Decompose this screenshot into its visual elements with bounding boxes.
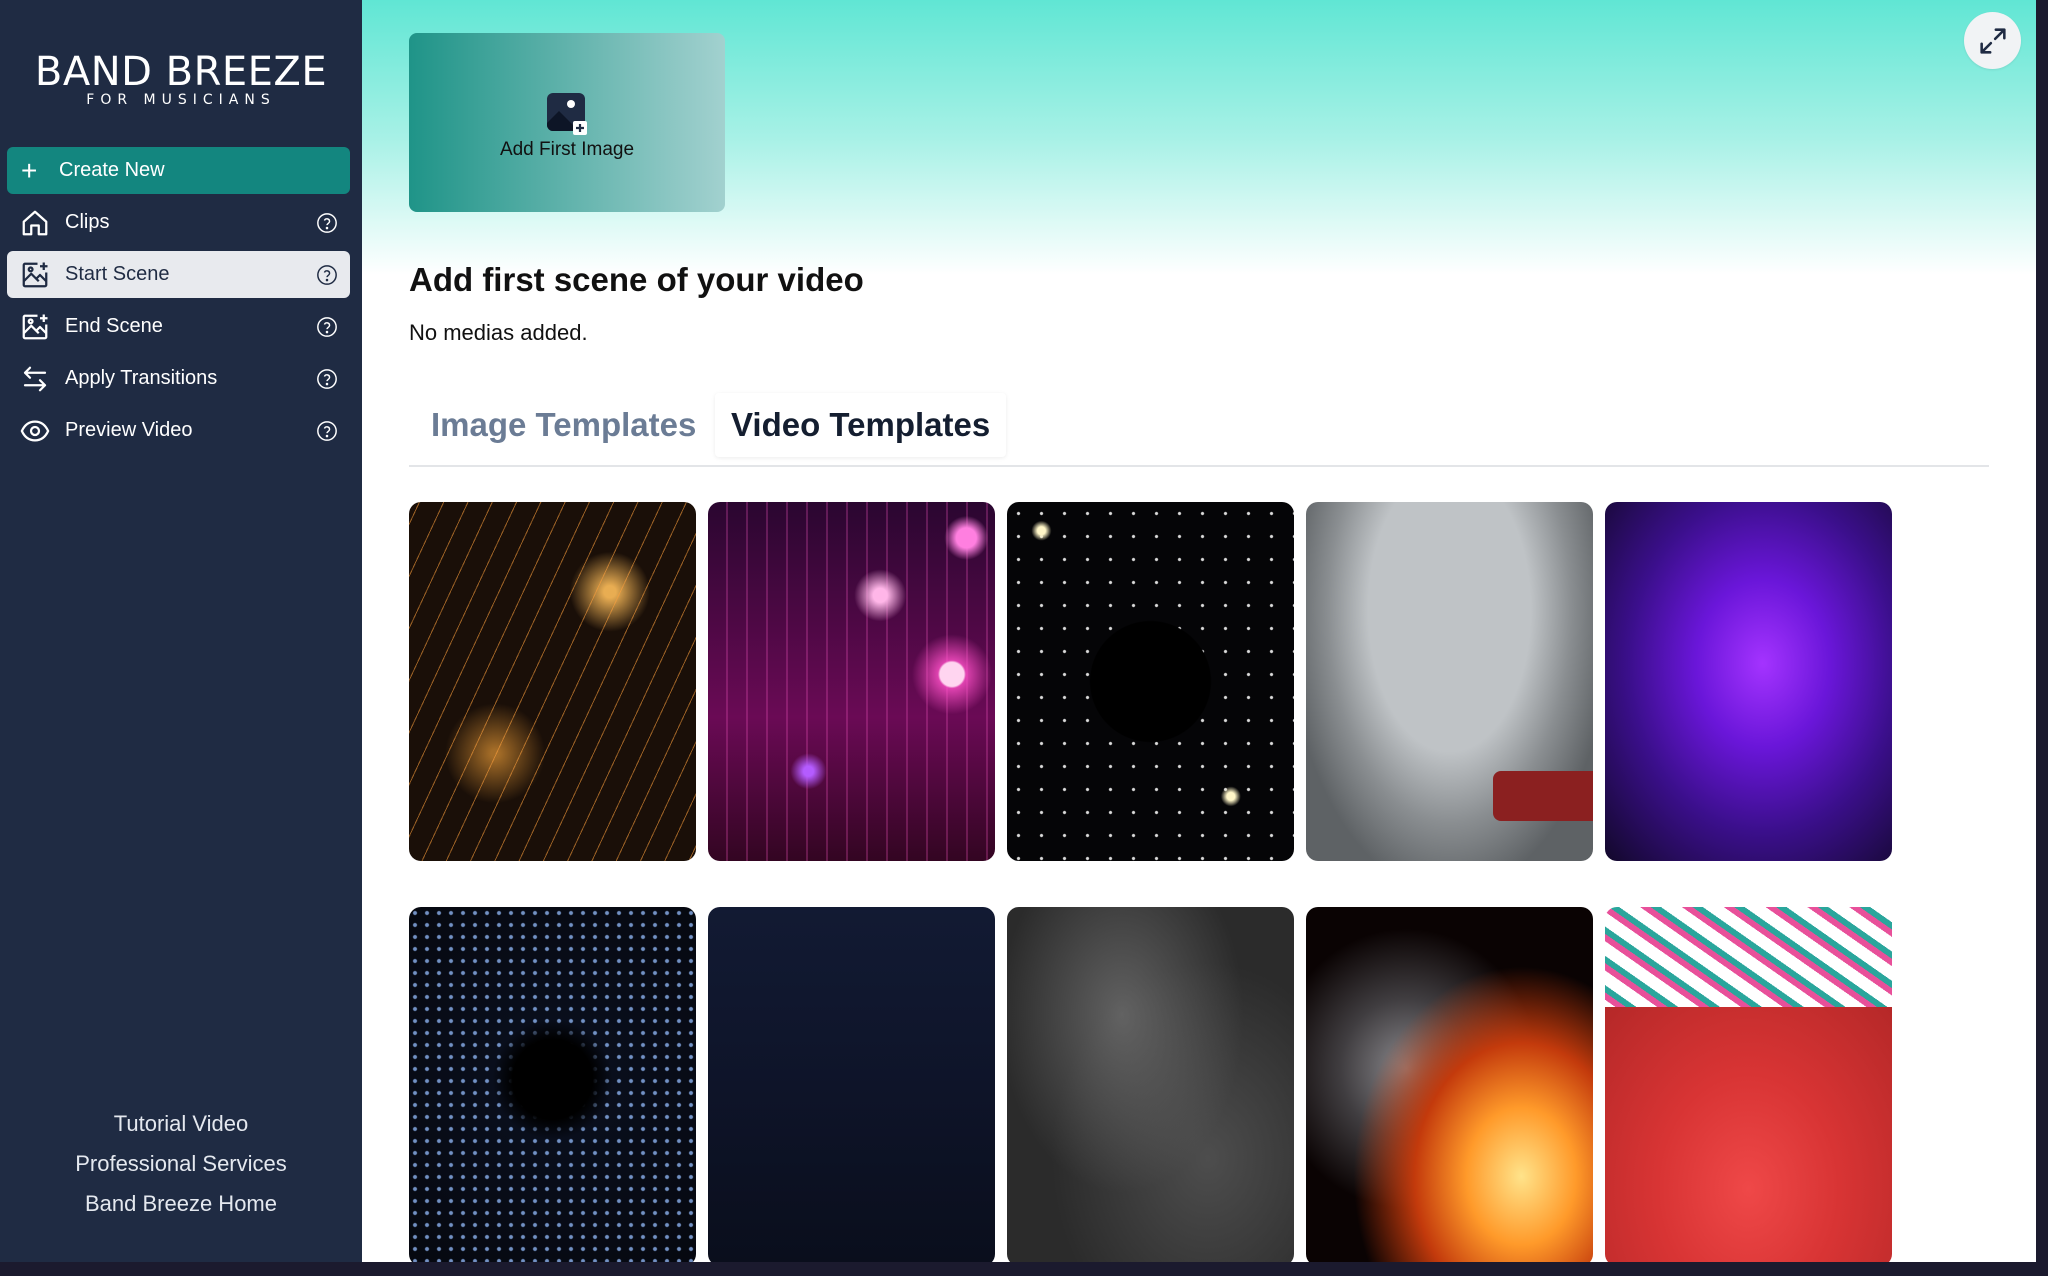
template-thumbnail-grey-smoke[interactable] xyxy=(1007,907,1294,1262)
sidebar-item-label: Clips xyxy=(65,211,110,233)
band-breeze-home-link[interactable]: Band Breeze Home xyxy=(0,1184,362,1224)
sidebar-item-preview-video[interactable]: Preview Video xyxy=(7,407,350,454)
template-thumbnail-graffiti-wall[interactable] xyxy=(1605,907,1892,1262)
image-add-icon xyxy=(19,259,51,291)
template-thumbnail-vinyl-record[interactable] xyxy=(1306,502,1593,861)
main-content: Add First Image Add first scene of your … xyxy=(362,0,2036,1262)
brand-logo[interactable]: BAND BREEZE FOR MUSICIANS xyxy=(0,50,362,108)
sidebar-item-label: Preview Video xyxy=(65,419,193,441)
plus-icon: + xyxy=(21,154,38,186)
sidebar-item-label: End Scene xyxy=(65,315,163,337)
sidebar: BAND BREEZE FOR MUSICIANS + Create New C… xyxy=(0,0,362,1262)
arrows-swap-icon xyxy=(19,363,51,395)
template-tabs: Image Templates Video Templates xyxy=(409,393,1989,467)
home-icon xyxy=(19,207,51,239)
create-new-label: Create New xyxy=(59,159,165,181)
professional-services-link[interactable]: Professional Services xyxy=(0,1144,362,1184)
template-thumbnail-starfield[interactable] xyxy=(1007,502,1294,861)
help-icon[interactable] xyxy=(316,368,338,390)
empty-media-message: No medias added. xyxy=(409,320,588,345)
image-add-icon xyxy=(547,92,587,135)
template-thumbnail-pink-bokeh[interactable] xyxy=(708,502,995,861)
add-first-image-label: Add First Image xyxy=(499,138,635,160)
sidebar-item-apply-transitions[interactable]: Apply Transitions xyxy=(7,355,350,402)
add-first-image-button[interactable]: Add First Image xyxy=(409,33,725,212)
sidebar-nav: + Create New Clips Start Scene End Scene… xyxy=(7,147,350,454)
help-icon[interactable] xyxy=(316,420,338,442)
template-thumbnail-navy-gradient[interactable] xyxy=(708,907,995,1262)
template-thumbnail-particle-tunnel[interactable] xyxy=(409,907,696,1262)
sidebar-item-start-scene[interactable]: Start Scene xyxy=(7,251,350,298)
tab-image-templates[interactable]: Image Templates xyxy=(431,393,696,457)
tutorial-video-link[interactable]: Tutorial Video xyxy=(0,1104,362,1144)
help-icon[interactable] xyxy=(316,264,338,286)
expand-icon xyxy=(1979,27,2006,54)
brand-title: BAND BREEZE xyxy=(34,49,328,95)
template-thumbnail-purple-smoke[interactable] xyxy=(1605,502,1892,861)
help-icon[interactable] xyxy=(316,212,338,234)
sidebar-item-label: Apply Transitions xyxy=(65,367,218,389)
sidebar-item-end-scene[interactable]: End Scene xyxy=(7,303,350,350)
sidebar-item-label: Start Scene xyxy=(65,263,170,285)
image-add-icon xyxy=(19,311,51,343)
page-title: Add first scene of your video xyxy=(409,261,864,298)
expand-button[interactable] xyxy=(1964,12,2021,69)
sidebar-footer-links: Tutorial Video Professional Services Ban… xyxy=(0,1104,362,1224)
app-window: BAND BREEZE FOR MUSICIANS + Create New C… xyxy=(0,0,2036,1262)
template-thumbnail-fire-smoke[interactable] xyxy=(1306,907,1593,1262)
template-thumbnail-sparks[interactable] xyxy=(409,502,696,861)
sidebar-item-clips[interactable]: Clips xyxy=(7,199,350,246)
eye-icon xyxy=(19,415,51,447)
help-icon[interactable] xyxy=(316,316,338,338)
create-new-button[interactable]: + Create New xyxy=(7,147,350,194)
tab-video-templates[interactable]: Video Templates xyxy=(715,393,1007,457)
